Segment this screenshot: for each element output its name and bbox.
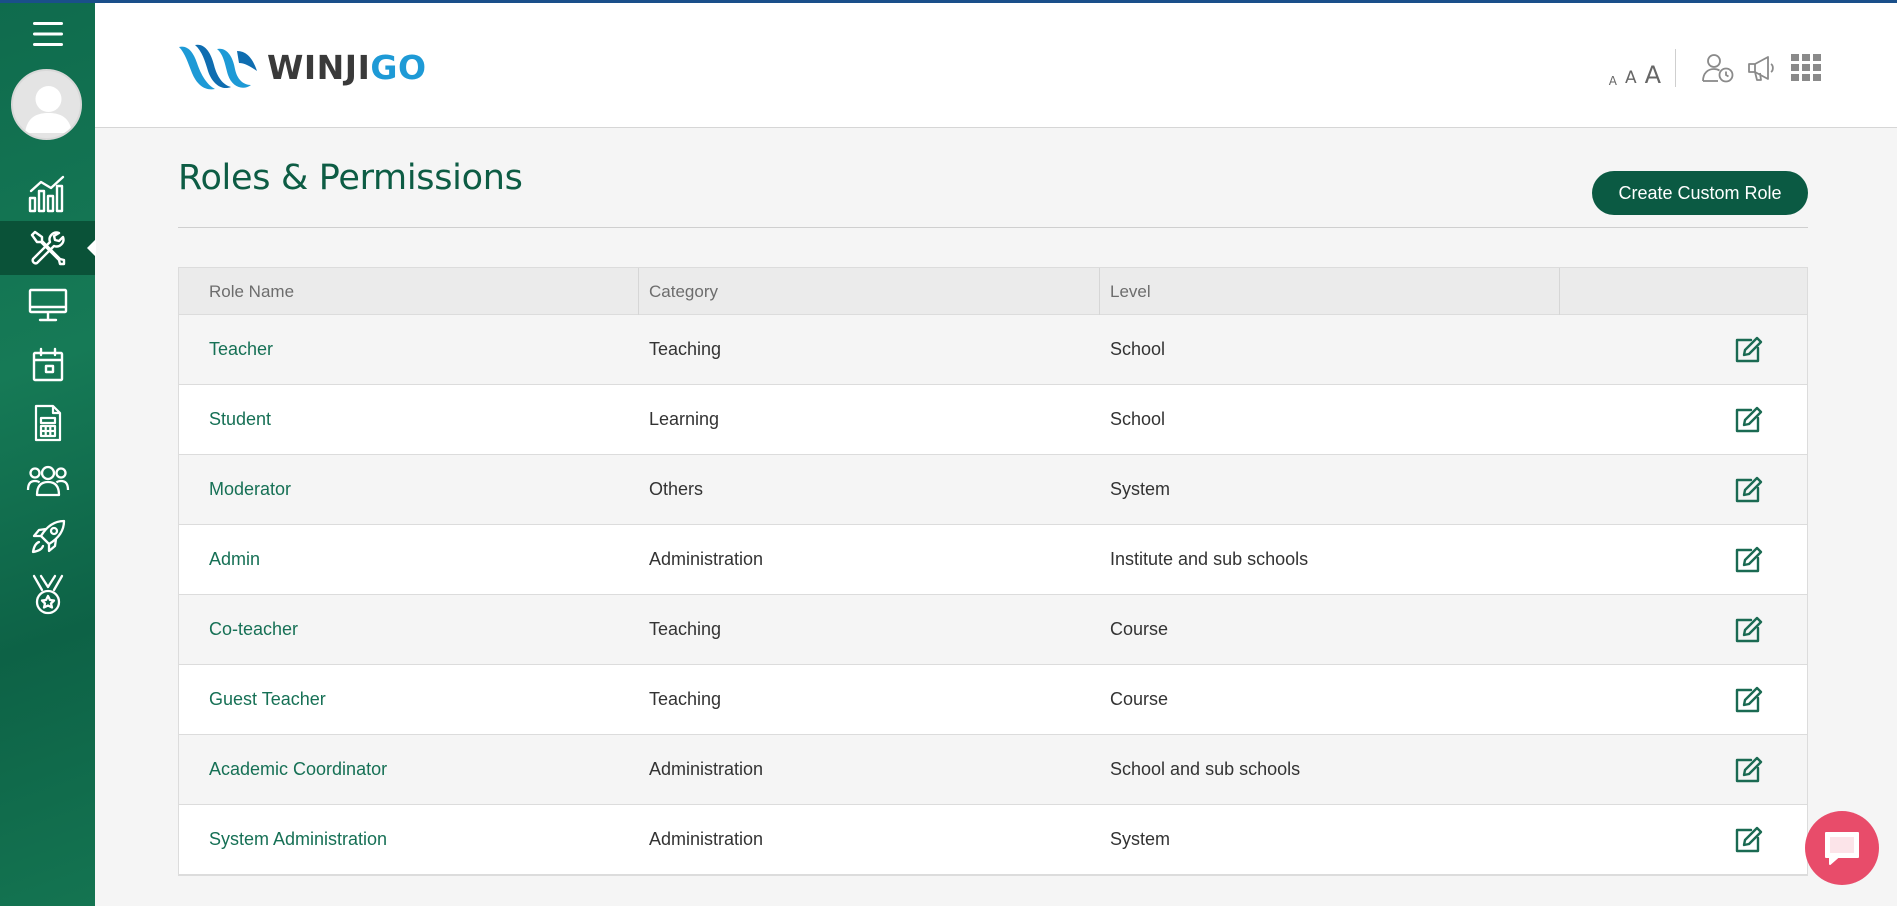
monitor-icon bbox=[28, 288, 67, 322]
create-custom-role-button[interactable]: Create Custom Role bbox=[1592, 171, 1808, 215]
sidebar-item-badge[interactable] bbox=[0, 568, 95, 622]
role-category: Teaching bbox=[649, 339, 722, 359]
role-level: Course bbox=[1110, 619, 1169, 639]
role-category: Administration bbox=[649, 829, 764, 849]
role-name-link[interactable]: Co-teacher bbox=[179, 619, 639, 640]
table-row: Student Learning School bbox=[179, 385, 1807, 455]
calculator-icon bbox=[34, 404, 61, 442]
header-tools: A A A bbox=[1609, 49, 1822, 87]
role-name-link[interactable]: Teacher bbox=[179, 339, 639, 360]
role-name-link[interactable]: Moderator bbox=[179, 479, 639, 500]
medal-icon bbox=[32, 574, 63, 615]
font-size-large-button[interactable]: A bbox=[1645, 63, 1661, 87]
role-level: School and sub schools bbox=[1110, 759, 1301, 779]
top-header: WINJIGO A A A bbox=[95, 3, 1897, 128]
edit-icon[interactable] bbox=[1733, 546, 1763, 574]
role-name-link[interactable]: Student bbox=[179, 409, 639, 430]
sidebar-item-calculator[interactable] bbox=[0, 398, 95, 448]
winjigo-logo[interactable]: WINJIGO bbox=[177, 41, 427, 93]
role-name-link[interactable]: System Administration bbox=[179, 829, 639, 850]
logo-text: WINJIGO bbox=[267, 48, 427, 87]
role-level: School bbox=[1110, 339, 1166, 359]
table-header: Role Name Category Level bbox=[179, 268, 1807, 315]
top-accent-line bbox=[0, 0, 1897, 3]
users-icon bbox=[26, 465, 69, 497]
role-category: Learning bbox=[649, 409, 720, 429]
edit-icon[interactable] bbox=[1733, 406, 1763, 434]
font-size-medium-button[interactable]: A bbox=[1625, 70, 1637, 87]
roles-table: Role Name Category Level Teacher Teachin… bbox=[178, 267, 1808, 876]
tools-icon bbox=[30, 230, 65, 266]
font-size-small-button[interactable]: A bbox=[1609, 75, 1617, 87]
sidebar bbox=[0, 0, 96, 906]
role-level: School bbox=[1110, 409, 1166, 429]
sidebar-item-tools[interactable] bbox=[0, 221, 96, 275]
role-level: System bbox=[1110, 829, 1171, 849]
winjigo-logo-mark bbox=[179, 44, 257, 90]
column-header-actions bbox=[1560, 268, 1787, 315]
role-category: Teaching bbox=[649, 619, 722, 639]
hamburger-icon bbox=[32, 22, 63, 46]
rocket-icon bbox=[31, 519, 65, 554]
column-header-category[interactable]: Category bbox=[639, 268, 1100, 315]
sidebar-item-rocket[interactable] bbox=[0, 512, 95, 562]
edit-icon[interactable] bbox=[1733, 616, 1763, 644]
role-name-link[interactable]: Academic Coordinator bbox=[179, 759, 639, 780]
avatar[interactable] bbox=[11, 69, 82, 140]
role-category: Teaching bbox=[649, 689, 722, 709]
title-divider bbox=[178, 227, 1808, 228]
sidebar-item-monitor[interactable] bbox=[0, 280, 95, 330]
logo-text-winji: WINJI bbox=[267, 47, 371, 87]
header-divider bbox=[1675, 49, 1676, 87]
role-name-link[interactable]: Guest Teacher bbox=[179, 689, 639, 710]
column-header-level[interactable]: Level bbox=[1100, 268, 1560, 315]
table-row: System Administration Administration Sys… bbox=[179, 805, 1807, 875]
logo-text-go: GO bbox=[370, 47, 427, 87]
role-name-link[interactable]: Admin bbox=[179, 549, 639, 570]
table-row: Moderator Others System bbox=[179, 455, 1807, 525]
user-clock-icon[interactable] bbox=[1702, 53, 1734, 83]
edit-icon[interactable] bbox=[1733, 336, 1763, 364]
megaphone-icon[interactable] bbox=[1746, 54, 1778, 82]
role-category: Others bbox=[649, 479, 704, 499]
table-row: Academic Coordinator Administration Scho… bbox=[179, 735, 1807, 805]
column-header-role-name[interactable]: Role Name bbox=[179, 268, 639, 315]
table-row: Teacher Teaching School bbox=[179, 315, 1807, 385]
edit-icon[interactable] bbox=[1733, 686, 1763, 714]
sidebar-item-calendar[interactable] bbox=[0, 340, 95, 390]
table-row: Admin Administration Institute and sub s… bbox=[179, 525, 1807, 595]
table-body: Teacher Teaching School Student Learning… bbox=[179, 315, 1807, 875]
edit-icon[interactable] bbox=[1733, 476, 1763, 504]
role-level: Institute and sub schools bbox=[1110, 549, 1309, 569]
role-category: Administration bbox=[649, 759, 764, 779]
chat-widget-button[interactable] bbox=[1805, 811, 1879, 885]
hamburger-menu-button[interactable] bbox=[0, 12, 95, 56]
edit-icon[interactable] bbox=[1733, 756, 1763, 784]
apps-grid-icon[interactable] bbox=[1790, 53, 1822, 83]
sidebar-item-users[interactable] bbox=[0, 455, 95, 505]
table-row: Co-teacher Teaching Course bbox=[179, 595, 1807, 665]
role-category: Administration bbox=[649, 549, 764, 569]
page-title: Roles & Permissions bbox=[178, 158, 523, 198]
calendar-icon bbox=[32, 347, 63, 382]
role-level: Course bbox=[1110, 689, 1169, 709]
analytics-icon bbox=[28, 175, 64, 213]
role-level: System bbox=[1110, 479, 1171, 499]
sidebar-item-analytics[interactable] bbox=[0, 168, 95, 218]
chat-bubble-icon bbox=[1825, 832, 1859, 865]
table-row: Guest Teacher Teaching Course bbox=[179, 665, 1807, 735]
edit-icon[interactable] bbox=[1733, 826, 1763, 854]
